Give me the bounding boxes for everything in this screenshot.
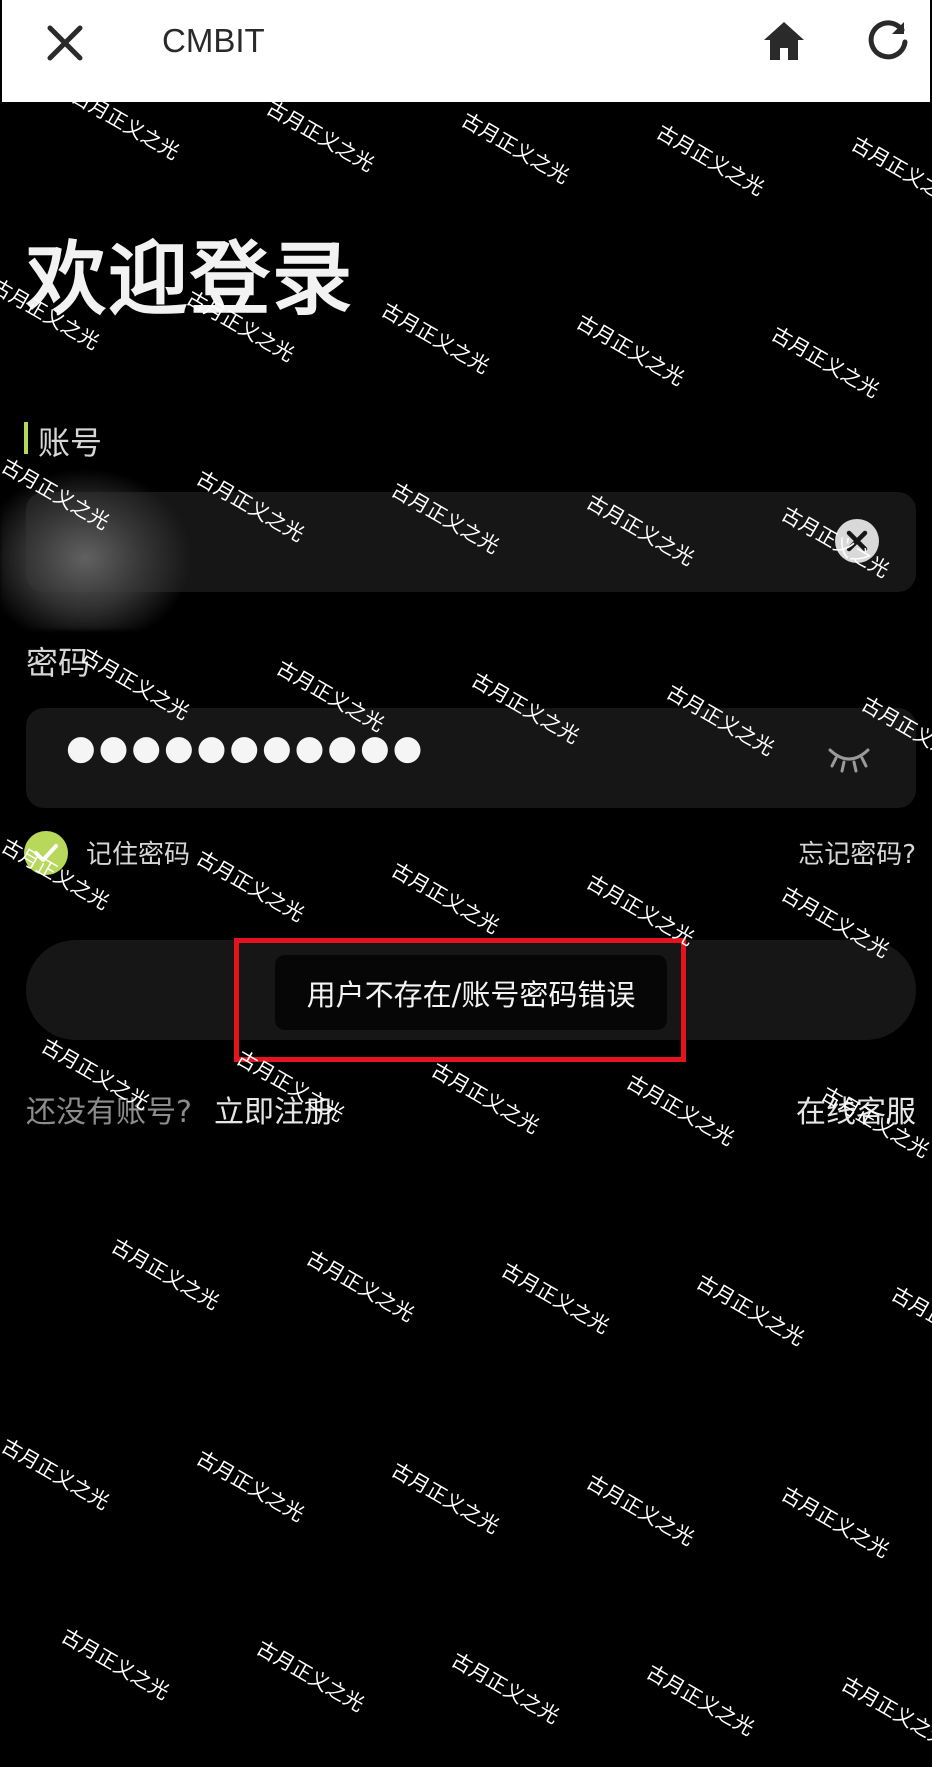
toggle-password-visibility-button[interactable] xyxy=(824,742,874,774)
close-button[interactable] xyxy=(42,20,92,70)
watermark-text: 古月正义之光 xyxy=(838,1672,932,1753)
watermark-text: 古月正义之光 xyxy=(0,1434,113,1515)
page-title: 欢迎登录 xyxy=(26,233,354,326)
clear-icon xyxy=(835,519,879,563)
clear-account-button[interactable] xyxy=(834,518,880,564)
watermark-text: 古月正义之光 xyxy=(458,108,574,189)
check-icon xyxy=(34,844,58,862)
password-input[interactable]: ●●●●●●●●●●● xyxy=(26,708,916,808)
close-icon xyxy=(47,25,83,61)
watermark-text: 古月正义之光 xyxy=(888,1282,932,1363)
watermark-text: 古月正义之光 xyxy=(498,1258,614,1339)
remember-password-checkbox[interactable] xyxy=(24,831,68,875)
register-link[interactable]: 立即注册 xyxy=(214,1087,334,1131)
watermark-text: 古月正义之光 xyxy=(108,1234,224,1315)
eye-closed-icon xyxy=(828,748,870,773)
password-label: 密码 xyxy=(26,644,91,682)
watermark-text: 古月正义之光 xyxy=(653,120,769,201)
watermark-text: 古月正义之光 xyxy=(303,1246,419,1327)
app-title: CMBIT xyxy=(162,22,265,59)
watermark-text: 古月正义之光 xyxy=(193,1446,309,1527)
account-label: 账号 xyxy=(23,418,102,464)
error-toast: 用户不存在/账号密码错误 xyxy=(275,955,667,1030)
watermark-text: 古月正义之光 xyxy=(448,1648,564,1729)
watermark-text: 古月正义之光 xyxy=(768,322,884,403)
watermark-text: 古月正义之光 xyxy=(263,96,379,177)
no-account-text: 还没有账号? xyxy=(26,1095,192,1130)
watermark-text: 古月正义之光 xyxy=(378,298,494,379)
watermark-text: 古月正义之光 xyxy=(848,132,932,213)
watermark-text: 古月正义之光 xyxy=(623,1070,739,1151)
watermark-text: 古月正义之光 xyxy=(388,1458,504,1539)
watermark-text: 古月正义之光 xyxy=(428,1058,544,1139)
watermark-text: 古月正义之光 xyxy=(583,870,699,951)
watermark-text: 古月正义之光 xyxy=(388,858,504,939)
watermark-text: 古月正义之光 xyxy=(693,1270,809,1351)
home-icon xyxy=(764,22,804,60)
watermark-text: 古月正义之光 xyxy=(253,1636,369,1717)
watermark-text: 古月正义之光 xyxy=(778,1482,894,1563)
remember-password-label: 记住密码 xyxy=(86,840,191,870)
home-button[interactable] xyxy=(760,18,808,66)
online-support-link[interactable]: 在线客服 xyxy=(796,1087,916,1131)
password-value: ●●●●●●●●●●● xyxy=(66,728,426,768)
refresh-icon xyxy=(868,20,908,60)
watermark-text: 古月正义之光 xyxy=(193,846,309,927)
watermark-text: 古月正义之光 xyxy=(643,1660,759,1741)
redaction-smudge xyxy=(0,470,190,630)
top-bar: CMBIT xyxy=(2,0,930,102)
watermark-text: 古月正义之光 xyxy=(58,1624,174,1705)
refresh-button[interactable] xyxy=(864,18,912,66)
watermark-text: 古月正义之光 xyxy=(573,310,689,391)
watermark-text: 古月正义之光 xyxy=(583,1470,699,1551)
forgot-password-link[interactable]: 忘记密码? xyxy=(798,834,916,871)
